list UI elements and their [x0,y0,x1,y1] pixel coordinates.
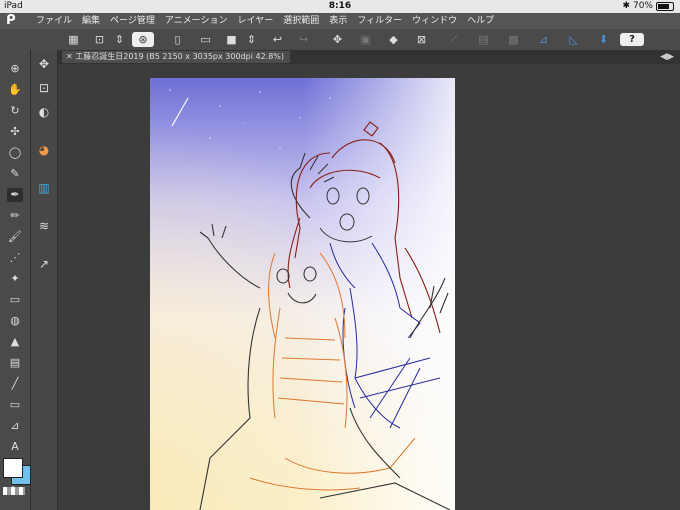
tab-overflow-icon[interactable]: ◀▶ [660,50,674,64]
bluetooth-icon: ✱ [622,1,630,11]
menu-item[interactable]: ファイル [36,13,72,29]
close-tab-icon[interactable]: ✕ [66,52,73,61]
menu-items: ファイル 編集 ページ管理 アニメーション レイヤー 選択範囲 表示 フィルター ウィンドウ ヘル… [36,13,494,29]
blend-icon[interactable]: ◍ [7,314,23,328]
menu-item[interactable]: レイヤー [238,13,274,29]
menu-item[interactable]: 表示 [329,13,347,29]
grid-snap-icon[interactable]: ⬇ [596,32,611,47]
clear-icon[interactable]: ✥ [330,32,345,47]
menu-item[interactable]: アニメーション [165,13,228,29]
invert-selection-icon[interactable]: ▤ [476,32,491,47]
save-icon[interactable]: ■ [224,32,239,47]
app-settings-icon[interactable]: ⊡ [92,32,107,47]
menu-item[interactable]: フィルター [357,13,402,29]
navigator-icon[interactable]: ↗ [36,256,52,272]
battery-percent: 70% [632,1,653,11]
app-logo-icon[interactable]: ᑭ [6,14,24,28]
select-layer-icon[interactable]: ⊡ [36,80,52,96]
artwork-canvas[interactable] [150,78,455,510]
canvas-area[interactable] [58,64,680,510]
help-button[interactable]: ? [620,33,644,46]
gradient-icon[interactable]: ▤ [7,356,23,370]
brush-icon[interactable]: 🖌 [7,230,23,244]
grid-menu-icon[interactable]: ▦ [66,32,81,47]
pencil-icon[interactable]: ✏ [7,209,23,223]
save-stepper-icon[interactable]: ⇕ [244,32,259,47]
rotate-icon[interactable]: ↻ [7,104,23,118]
move-icon[interactable]: ✣ [7,125,23,139]
open-file-icon[interactable]: ▭ [198,32,213,47]
decoration-icon[interactable]: ✦ [7,272,23,286]
battery-area: ✱ 70% [622,0,674,13]
tone-icon[interactable]: ◐ [36,104,52,120]
document-tab-bar: ✕ 工藤忍誕生日2019 (B5 2150 x 3035px 300dpi 42… [58,50,680,64]
line-icon[interactable]: ╱ [7,377,23,391]
airbrush-icon[interactable]: ⋰ [7,251,23,265]
menu-bar: ᑭ ファイル 編集 ページ管理 アニメーション レイヤー 選択範囲 表示 フィルター ウィンドウ… [0,13,680,29]
color-slider-icon[interactable]: ▥ [36,180,52,196]
fill-area-icon[interactable]: ▣ [358,32,373,47]
battery-icon [656,2,674,11]
tool-palette: ⊕✋↻✣◯✎✒✏🖌⋰✦▭◍▲▤╱▭⊿A●↘ [0,50,31,510]
eraser-selection-icon[interactable]: ◆ [386,32,401,47]
frame-icon[interactable]: ▭ [7,398,23,412]
transform-icon[interactable]: ⊠ [414,32,429,47]
main-color-swatch[interactable] [3,458,23,478]
sub-tool-palette: ✥ ⊡ ◐ ◕ ▥ ≋ ↗ [31,50,58,510]
ruler-icon[interactable]: ⊿ [7,419,23,433]
special-ruler-icon[interactable]: ◺ [566,32,581,47]
layer-move-icon[interactable]: ✥ [36,56,52,72]
menu-item[interactable]: ウィンドウ [412,13,457,29]
layers-icon[interactable]: ≋ [36,218,52,234]
clock: 8:16 [328,1,352,11]
eyedropper-icon[interactable]: ✎ [7,167,23,181]
color-wheel-icon[interactable]: ◕ [36,142,52,158]
stepper-icon[interactable]: ⇕ [112,32,127,47]
document-title: 工藤忍誕生日2019 (B5 2150 x 3035px 300dpi 42.8… [75,52,285,61]
hand-icon[interactable]: ✋ [7,83,23,97]
undo-icon[interactable]: ↩ [270,32,285,47]
menu-item[interactable]: ページ管理 [110,13,155,29]
ios-status-bar: iPad 8:16 ✱ 70% [0,0,680,13]
text-icon[interactable]: A [7,440,23,454]
snap-icon[interactable]: ⊛ [132,32,154,47]
new-file-icon[interactable]: ▯ [170,32,185,47]
deselect-icon[interactable]: ⟋ [446,32,461,47]
eraser-icon[interactable]: ▭ [7,293,23,307]
document-tab[interactable]: ✕ 工藤忍誕生日2019 (B5 2150 x 3035px 300dpi 42… [62,51,291,63]
ruler-snap-icon[interactable]: ⊿ [536,32,551,47]
pen-icon[interactable]: ✒ [7,188,23,202]
command-bar: ▦ ⊡ ⇕ ⊛ ▯ ▭ ■ ⇕ ↩ ↪ ✥ ▣ ◆ ⊠ ⟋ ▤ ▩ ⊿ ◺ ⬇ … [0,29,680,51]
menu-item[interactable]: 編集 [82,13,100,29]
menu-item[interactable]: 選択範囲 [283,13,319,29]
lasso-icon[interactable]: ◯ [7,146,23,160]
transparent-color-icon[interactable] [3,487,25,495]
menu-item[interactable]: ヘルプ [467,13,494,29]
zoom-icon[interactable]: ⊕ [7,62,23,76]
redo-icon[interactable]: ↪ [296,32,311,47]
select-border-icon[interactable]: ▩ [506,32,521,47]
artwork-sketch [150,78,455,510]
fill-icon[interactable]: ▲ [7,335,23,349]
